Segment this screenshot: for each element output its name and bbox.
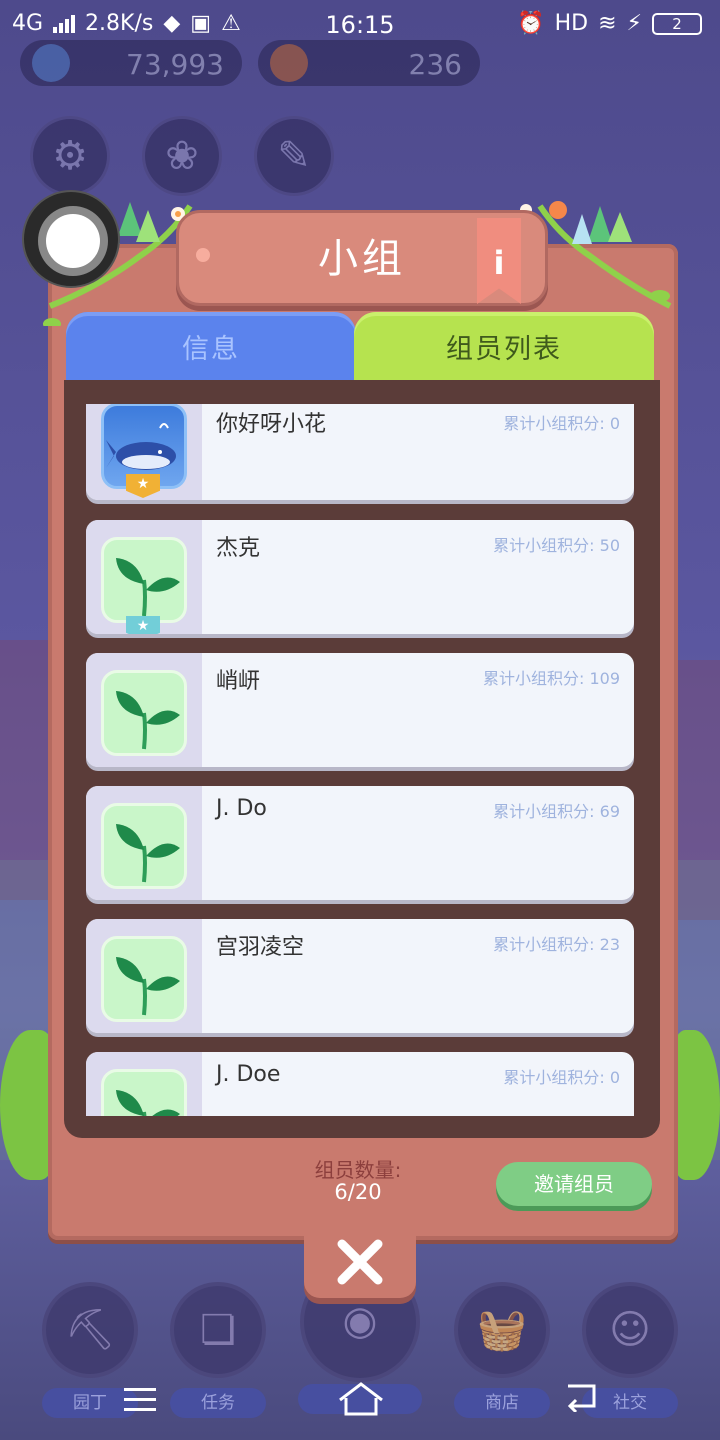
- cards-icon: ❏: [200, 1307, 236, 1353]
- silver-medal-icon: ★: [126, 616, 160, 634]
- status-right: ⏰ HD ≋ ⚡ 2: [517, 11, 702, 36]
- member-list[interactable]: 你好呀小花 累计小组积分: 0 ★ 杰克 累计小组积分: 50 ★ 峭岍 累计小…: [86, 404, 634, 1116]
- member-name: 宫羽凌空: [216, 935, 305, 960]
- sprout-avatar-icon: [101, 936, 187, 1022]
- basket-icon: 🧺: [477, 1307, 527, 1353]
- member-score: 累计小组积分: 109: [482, 669, 620, 688]
- nav-tasks-label[interactable]: 任务: [170, 1388, 266, 1418]
- trowel-icon: ⛏: [64, 1307, 116, 1353]
- member-card[interactable]: 杰克 累计小组积分: 50 ★: [86, 520, 634, 634]
- nav-gardener-button[interactable]: ⛏: [42, 1282, 138, 1378]
- nav-tasks-button[interactable]: ❏: [170, 1282, 266, 1378]
- member-name: J. Do: [216, 796, 267, 821]
- close-icon: [337, 1239, 383, 1285]
- assistive-touch-button[interactable]: [22, 190, 120, 288]
- assistive-touch-icon: [38, 206, 108, 276]
- friends-icon: ☺: [609, 1307, 651, 1353]
- album-icon: ❀: [165, 133, 199, 179]
- status-bar: 4G 2.8K/s ◆ ▣ ⚠ 16:15 ⏰ HD ≋ ⚡ 2: [0, 0, 720, 50]
- nav-shop-button[interactable]: 🧺: [454, 1282, 550, 1378]
- battery-icon: 2: [652, 12, 702, 35]
- member-count-label: 组员数量:: [314, 1158, 402, 1182]
- nav-social-button[interactable]: ☺: [582, 1282, 678, 1378]
- gear-icon: ⚙: [52, 133, 88, 179]
- sprout-avatar-icon: [101, 670, 187, 756]
- alarm-icon: ⏰: [517, 11, 545, 36]
- member-card[interactable]: 你好呀小花 累计小组积分: 0 ★: [86, 404, 634, 500]
- nav-shop-label[interactable]: 商店: [454, 1388, 550, 1418]
- hd-indicator: HD: [554, 11, 589, 36]
- heart-icon: [549, 201, 567, 219]
- invite-member-button[interactable]: 邀请组员: [496, 1162, 652, 1206]
- system-menu-icon[interactable]: [122, 1386, 158, 1414]
- water-value: 73,993: [126, 48, 224, 81]
- album-button[interactable]: ❀: [142, 116, 222, 196]
- planet-icon: ◉: [342, 1298, 378, 1344]
- wifi-icon: ≋: [598, 11, 617, 36]
- member-card[interactable]: J. Doe 累计小组积分: 0: [86, 1052, 634, 1116]
- member-score: 累计小组积分: 23: [493, 935, 620, 954]
- member-score: 累计小组积分: 0: [503, 1068, 620, 1087]
- system-back-icon[interactable]: [562, 1382, 600, 1414]
- sprout-avatar-icon: [101, 1069, 187, 1116]
- settings-button[interactable]: ⚙: [30, 116, 110, 196]
- system-home-icon[interactable]: [336, 1380, 386, 1416]
- notes-button[interactable]: ✎: [254, 116, 334, 196]
- member-name: 杰克: [216, 536, 261, 561]
- member-score: 累计小组积分: 0: [503, 414, 620, 433]
- member-card[interactable]: J. Do 累计小组积分: 69: [86, 786, 634, 900]
- close-button[interactable]: [304, 1228, 416, 1298]
- sprout-avatar-icon: [101, 803, 187, 889]
- member-score: 累计小组积分: 69: [493, 802, 620, 821]
- charging-icon: ⚡: [626, 11, 642, 36]
- tab-member-list[interactable]: 组员列表: [354, 312, 654, 384]
- member-name: 峭岍: [216, 669, 261, 694]
- notebook-icon: ✎: [277, 133, 311, 179]
- member-name: J. Doe: [216, 1062, 281, 1087]
- member-card[interactable]: 峭岍 累计小组积分: 109: [86, 653, 634, 767]
- member-count: 6/20: [334, 1180, 382, 1204]
- member-card[interactable]: 宫羽凌空 累计小组积分: 23: [86, 919, 634, 1033]
- sun-value: 236: [408, 48, 462, 81]
- member-score: 累计小组积分: 50: [493, 536, 620, 555]
- tab-info[interactable]: 信息: [66, 312, 356, 384]
- sprout-avatar-icon: [101, 537, 187, 623]
- member-name: 你好呀小花: [216, 412, 327, 437]
